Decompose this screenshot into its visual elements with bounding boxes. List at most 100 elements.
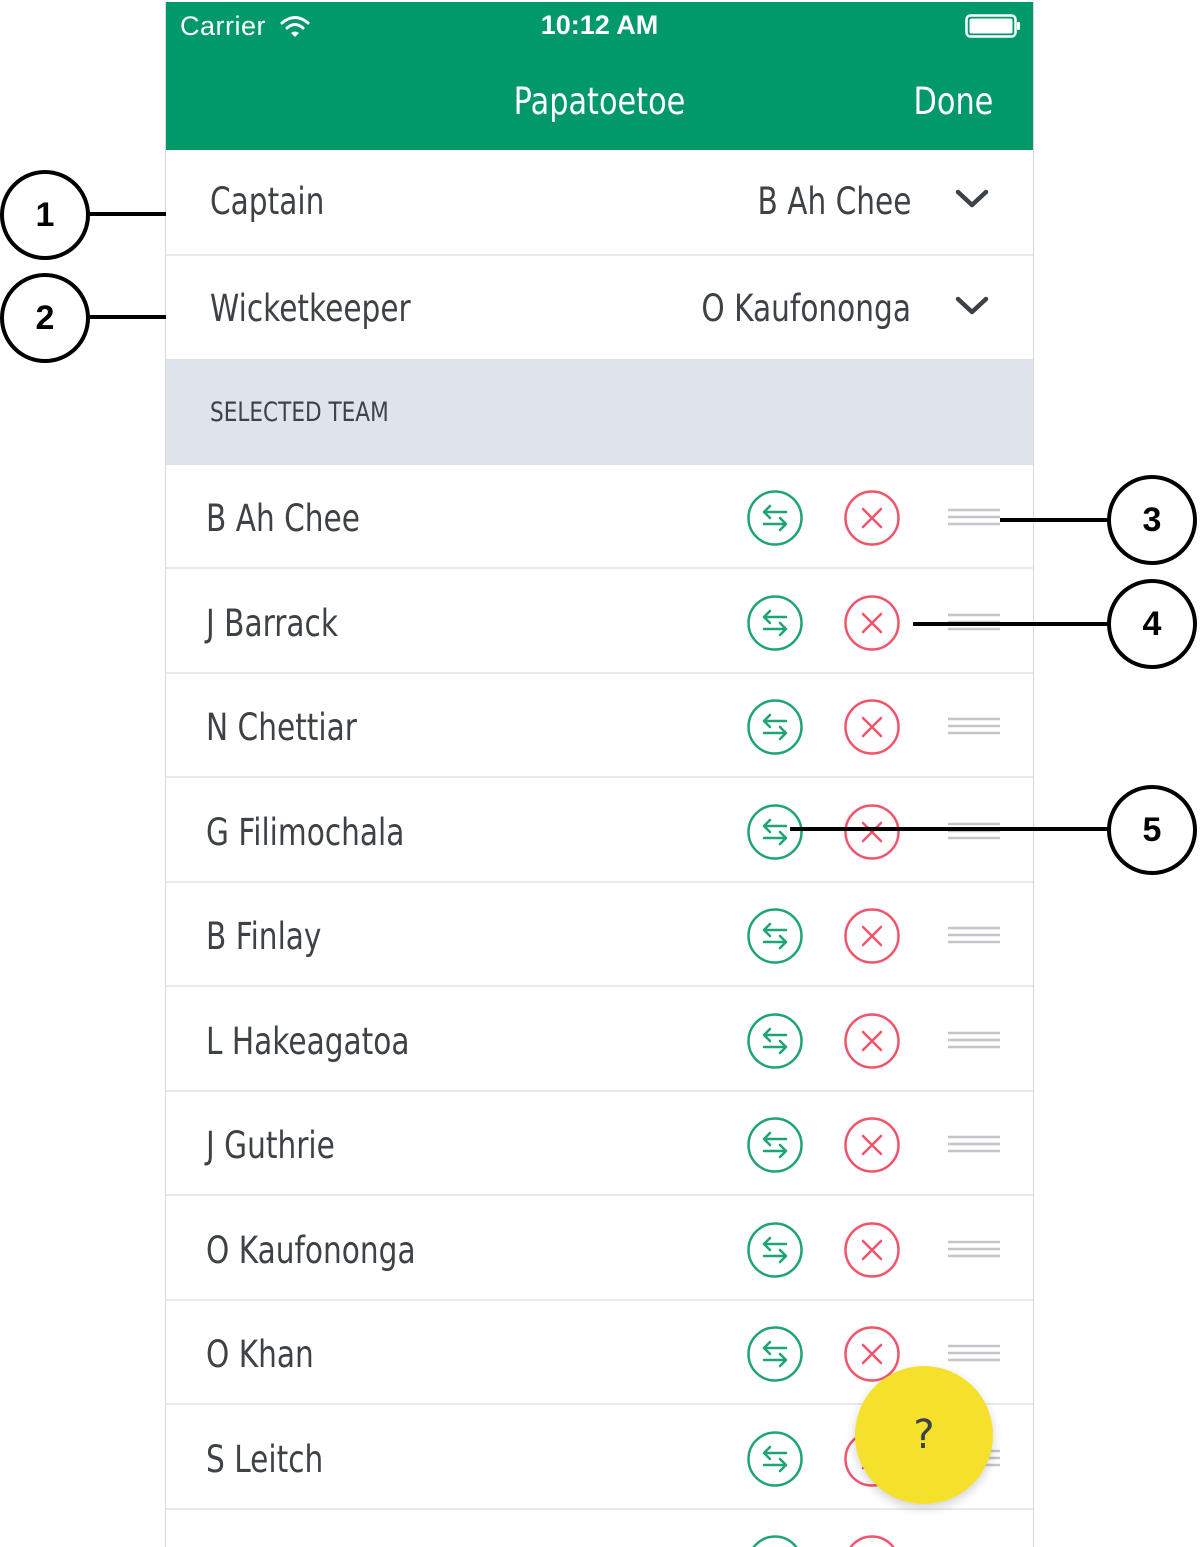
player-row[interactable]: B Ah Chee (166, 465, 1033, 569)
remove-player-button[interactable] (843, 698, 901, 756)
callout-2: 2 (0, 273, 90, 363)
remove-player-button[interactable] (843, 1116, 901, 1174)
remove-player-button[interactable] (843, 489, 901, 547)
close-icon (843, 490, 901, 551)
player-name: G Filimochala (206, 811, 405, 854)
swap-player-button[interactable] (746, 1012, 804, 1070)
player-name: N Chettiar (206, 706, 357, 749)
reorder-icon (948, 1031, 1000, 1054)
player-name: J Barrack (206, 602, 338, 645)
reorder-icon (948, 926, 1000, 949)
callout-4: 4 (1107, 579, 1197, 669)
callout-line-1 (88, 212, 166, 216)
player-row[interactable]: J Guthrie (166, 1092, 1033, 1196)
player-row[interactable]: J Barrack (166, 570, 1033, 674)
callout-1: 1 (0, 170, 90, 260)
section-title: SELECTED TEAM (210, 397, 389, 428)
remove-player-button[interactable] (843, 594, 901, 652)
reorder-icon (948, 508, 1000, 531)
player-name: B Ah Chee (206, 497, 360, 540)
callout-5: 5 (1107, 785, 1197, 875)
app-header: Carrier 10:12 AM Papatoetoe Done (166, 2, 1033, 150)
player-row[interactable]: N Chettiar (166, 674, 1033, 778)
swap-player-button[interactable] (746, 1116, 804, 1174)
clock: 10:12 AM (540, 10, 659, 40)
close-icon (843, 595, 901, 656)
swap-player-button[interactable] (746, 1221, 804, 1279)
swap-player-button[interactable] (746, 907, 804, 965)
captain-label: Captain (210, 180, 325, 223)
player-row[interactable] (166, 1510, 1033, 1547)
player-row[interactable]: L Hakeagatoa (166, 988, 1033, 1092)
player-name: J Guthrie (206, 1124, 335, 1167)
close-icon (843, 1013, 901, 1074)
swap-player-button[interactable] (746, 1325, 804, 1383)
swap-player-button[interactable] (746, 594, 804, 652)
callout-line-2 (88, 315, 166, 319)
player-row[interactable]: G Filimochala (166, 779, 1033, 883)
drag-handle[interactable] (948, 1030, 1000, 1050)
player-name: B Finlay (206, 915, 322, 958)
swap-player-button[interactable] (746, 698, 804, 756)
drag-handle[interactable] (948, 1343, 1000, 1363)
swap-icon (746, 1431, 804, 1492)
player-name: O Kaufononga (206, 1229, 416, 1272)
battery-icon (965, 14, 1020, 38)
remove-player-button[interactable] (843, 1534, 901, 1547)
status-bar: Carrier 10:12 AM (166, 2, 1033, 50)
drag-handle[interactable] (948, 1239, 1000, 1259)
selected-team-header: SELECTED TEAM (166, 359, 1033, 465)
wicketkeeper-value: O Kaufononga (701, 287, 911, 330)
player-row[interactable]: B Finlay (166, 883, 1033, 987)
drag-handle[interactable] (948, 507, 1000, 527)
callout-line-4 (913, 622, 1110, 626)
captain-select[interactable]: Captain B Ah Chee (166, 150, 1033, 256)
remove-player-button[interactable] (843, 1221, 901, 1279)
drag-handle[interactable] (948, 716, 1000, 736)
swap-player-button[interactable] (746, 1534, 804, 1547)
callout-line-3 (1000, 518, 1110, 522)
player-name: L Hakeagatoa (206, 1020, 410, 1063)
swap-player-button[interactable] (746, 803, 804, 861)
drag-handle[interactable] (948, 1134, 1000, 1154)
player-row[interactable]: O Kaufononga (166, 1197, 1033, 1301)
phone-screen: Carrier 10:12 AM Papatoetoe Done Captain… (165, 2, 1034, 1547)
swap-icon (746, 699, 804, 760)
close-icon (843, 908, 901, 969)
close-icon (843, 1222, 901, 1283)
swap-icon (746, 1326, 804, 1387)
remove-player-button[interactable] (843, 803, 901, 861)
swap-icon (746, 490, 804, 551)
remove-player-button[interactable] (843, 1012, 901, 1070)
close-icon (843, 804, 901, 865)
remove-player-button[interactable] (843, 907, 901, 965)
swap-player-button[interactable] (746, 489, 804, 547)
swap-icon (746, 1117, 804, 1178)
wicketkeeper-label: Wicketkeeper (210, 287, 411, 330)
player-name: O Khan (206, 1333, 314, 1376)
swap-icon (746, 595, 804, 656)
swap-icon (746, 908, 804, 969)
swap-icon (746, 1222, 804, 1283)
swap-icon (746, 1013, 804, 1074)
player-name: S Leitch (206, 1438, 324, 1481)
swap-player-button[interactable] (746, 1430, 804, 1488)
close-icon (843, 1117, 901, 1178)
reorder-icon (948, 1240, 1000, 1263)
page-title: Papatoetoe (513, 80, 686, 123)
reorder-icon (948, 1344, 1000, 1367)
swap-icon (746, 804, 804, 865)
help-button[interactable]: ? (855, 1366, 993, 1504)
wicketkeeper-select[interactable]: Wicketkeeper O Kaufononga (166, 257, 1033, 363)
done-button[interactable]: Done (913, 80, 993, 123)
drag-handle[interactable] (948, 821, 1000, 841)
chevron-down-icon (955, 296, 989, 315)
callout-line-5 (790, 827, 1110, 831)
callout-3: 3 (1107, 475, 1197, 565)
drag-handle[interactable] (948, 925, 1000, 945)
reorder-icon (948, 717, 1000, 740)
close-icon (843, 699, 901, 760)
captain-value: B Ah Chee (757, 180, 911, 223)
reorder-icon (948, 1135, 1000, 1158)
chevron-down-icon (955, 189, 989, 208)
